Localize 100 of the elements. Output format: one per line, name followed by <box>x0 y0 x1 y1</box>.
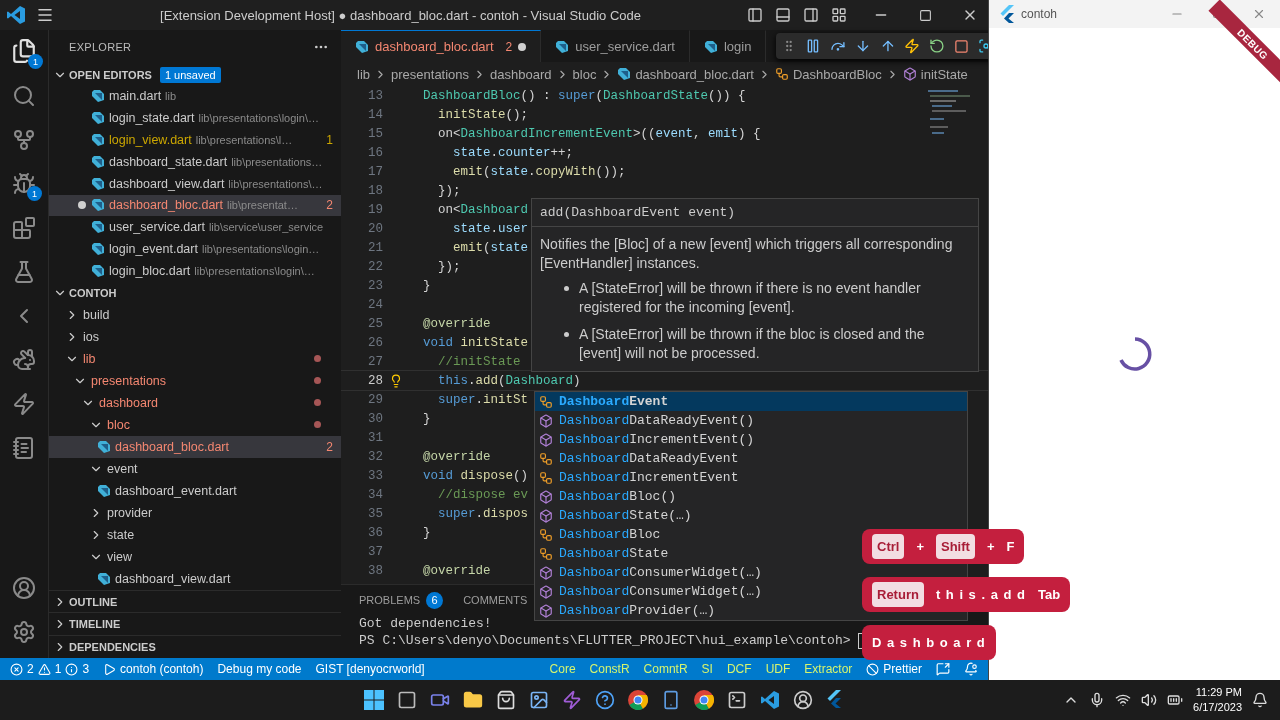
info-count[interactable]: 3 <box>82 662 90 676</box>
account-icon[interactable] <box>12 576 36 600</box>
settings-icon[interactable] <box>12 620 36 644</box>
open-editor-item[interactable]: main.dart lib <box>49 85 341 108</box>
folder-item[interactable]: provider <box>49 501 341 524</box>
bell-icon[interactable] <box>964 662 978 676</box>
folder-item[interactable]: dashboard <box>49 391 341 414</box>
status-item[interactable]: Prettier <box>883 662 922 676</box>
start-icon[interactable] <box>363 690 384 710</box>
code-line: @override <box>422 449 491 464</box>
notification-icon[interactable] <box>1252 692 1268 708</box>
status-item[interactable]: SI <box>701 662 713 676</box>
breadcrumb[interactable]: dashboard_bloc.dart <box>635 66 754 82</box>
file-item[interactable]: dashboard_event.dart <box>49 479 341 502</box>
restart-icon[interactable] <box>929 38 946 54</box>
source-control-icon[interactable] <box>12 128 36 152</box>
flask-icon[interactable] <box>12 260 36 284</box>
folder-item[interactable]: ios <box>49 325 341 348</box>
status-item[interactable]: ConstR <box>589 662 630 676</box>
store-icon[interactable] <box>495 690 516 710</box>
status-item[interactable]: Extractor <box>804 662 853 676</box>
wifi-icon[interactable] <box>1115 692 1132 708</box>
folder-item[interactable]: view <box>49 545 341 568</box>
file-item[interactable]: dashboard_bloc.dart 2 <box>49 435 341 458</box>
terminal-icon[interactable] <box>726 690 747 710</box>
folder-item[interactable]: event <box>49 457 341 480</box>
menu-icon[interactable] <box>36 6 54 24</box>
suggestion-item[interactable]: DashboardBloc() <box>535 487 967 506</box>
file-item[interactable]: dashboard_view.dart <box>49 567 341 590</box>
lightning-icon[interactable] <box>904 38 921 54</box>
layout-icon[interactable] <box>831 7 847 23</box>
suggestion-item[interactable]: DashboardDataReadyEvent <box>535 449 967 468</box>
editor-tab[interactable]: dashboard_bloc.dart 2 <box>341 30 542 62</box>
panel-tab[interactable]: PROBLEMS 6 <box>359 591 444 609</box>
status-item[interactable]: ComntR <box>643 662 688 676</box>
suggestion-item[interactable]: DashboardState(…) <box>535 506 967 525</box>
suggestion-item[interactable]: DashboardIncrementEvent() <box>535 430 967 449</box>
maximize-icon[interactable] <box>919 8 932 22</box>
folder-item[interactable]: bloc <box>49 413 341 436</box>
image-icon[interactable] <box>528 690 549 710</box>
suggestion-item[interactable]: DashboardIncrementEvent <box>535 468 967 487</box>
notebook-icon[interactable] <box>12 436 36 460</box>
folder-item[interactable]: presentations <box>49 369 341 392</box>
breadcrumb[interactable]: DashboardBloc <box>792 66 882 82</box>
clock-date[interactable]: 6/17/2023 <box>1193 700 1242 715</box>
open-editor-item[interactable]: dashboard_bloc.dart lib\presentat… 2 <box>49 194 341 217</box>
breadcrumb[interactable]: lib <box>357 66 370 82</box>
browser-icon[interactable] <box>693 690 714 710</box>
panel-tab[interactable]: COMMENTS <box>463 594 528 606</box>
lightning-icon[interactable] <box>561 690 582 710</box>
cube-icon <box>539 603 553 618</box>
browser-icon[interactable] <box>627 690 648 710</box>
open-editor-item[interactable]: login_state.dart lib\presentations\login\… <box>49 107 341 130</box>
section-header[interactable]: TIMELINE <box>49 612 341 636</box>
open-editor-item[interactable]: login_event.dart lib\presentations\login… <box>49 238 341 260</box>
open-editor-item[interactable]: dashboard_view.dart lib\presentations\… <box>49 172 341 195</box>
error-count[interactable]: 2 <box>27 662 34 676</box>
window-title: contoh <box>1021 7 1059 21</box>
suggestion-item[interactable]: DashboardEvent <box>535 392 967 411</box>
feedback-icon[interactable] <box>936 662 950 676</box>
status-item[interactable]: GIST [denyocrworld] <box>315 662 425 676</box>
suggestion-item[interactable]: DashboardDataReadyEvent() <box>535 411 967 430</box>
rabbit-icon[interactable] <box>12 348 36 372</box>
task-view-icon[interactable] <box>396 690 417 710</box>
extensions-icon[interactable] <box>12 216 36 240</box>
folder-item[interactable]: build <box>49 303 341 326</box>
folder-item[interactable]: lib <box>49 347 341 370</box>
debug-icon[interactable] <box>12 172 36 196</box>
section-header[interactable]: OUTLINE <box>49 589 341 613</box>
status-item[interactable]: Core <box>549 662 576 676</box>
warning-count[interactable]: 1 <box>54 662 62 676</box>
open-editor-item[interactable]: dashboard_state.dart lib\presentations… <box>49 150 341 173</box>
open-editor-item[interactable]: login_view.dart lib\presentations\l… 1 <box>49 129 341 151</box>
section-title: OUTLINE <box>69 595 118 608</box>
breadcrumb[interactable]: initState <box>920 66 968 82</box>
status-item[interactable]: Debug my code <box>217 662 302 676</box>
volume-icon[interactable] <box>1141 692 1158 708</box>
breadcrumb[interactable]: presentations <box>391 66 470 82</box>
status-item[interactable]: contoh (contoh) <box>120 662 204 676</box>
open-editor-item[interactable]: user_service.dart lib\service\user_service <box>49 216 341 239</box>
status-item[interactable]: DCF <box>726 662 752 676</box>
panel-toggle-icon[interactable] <box>775 7 791 23</box>
folder-icon[interactable] <box>462 690 483 710</box>
secondary-sidebar-icon[interactable] <box>803 7 819 23</box>
explorer-icon[interactable] <box>11 38 37 64</box>
folder-item[interactable]: state <box>49 523 341 546</box>
search-icon[interactable] <box>12 84 36 108</box>
breadcrumb[interactable]: dashboard <box>490 66 552 82</box>
lightning-icon[interactable] <box>12 392 36 416</box>
status-item[interactable]: UDF <box>765 662 791 676</box>
section-header[interactable]: OPEN EDITORS 1 unsaved <box>49 63 341 86</box>
suggestion-item[interactable]: DashboardConsumerWidget(…) <box>535 563 967 582</box>
breadcrumb[interactable]: bloc <box>572 66 597 82</box>
sidebar-toggle-icon[interactable] <box>747 7 763 23</box>
battery-icon[interactable] <box>1167 692 1184 708</box>
help-icon[interactable] <box>594 690 615 710</box>
section-header[interactable]: CONTOH <box>49 281 341 304</box>
open-editor-item[interactable]: login_bloc.dart lib\presentations\login\… <box>49 260 341 282</box>
stop-icon[interactable] <box>954 38 970 54</box>
clock-time[interactable]: 11:29 PM <box>1195 685 1242 700</box>
